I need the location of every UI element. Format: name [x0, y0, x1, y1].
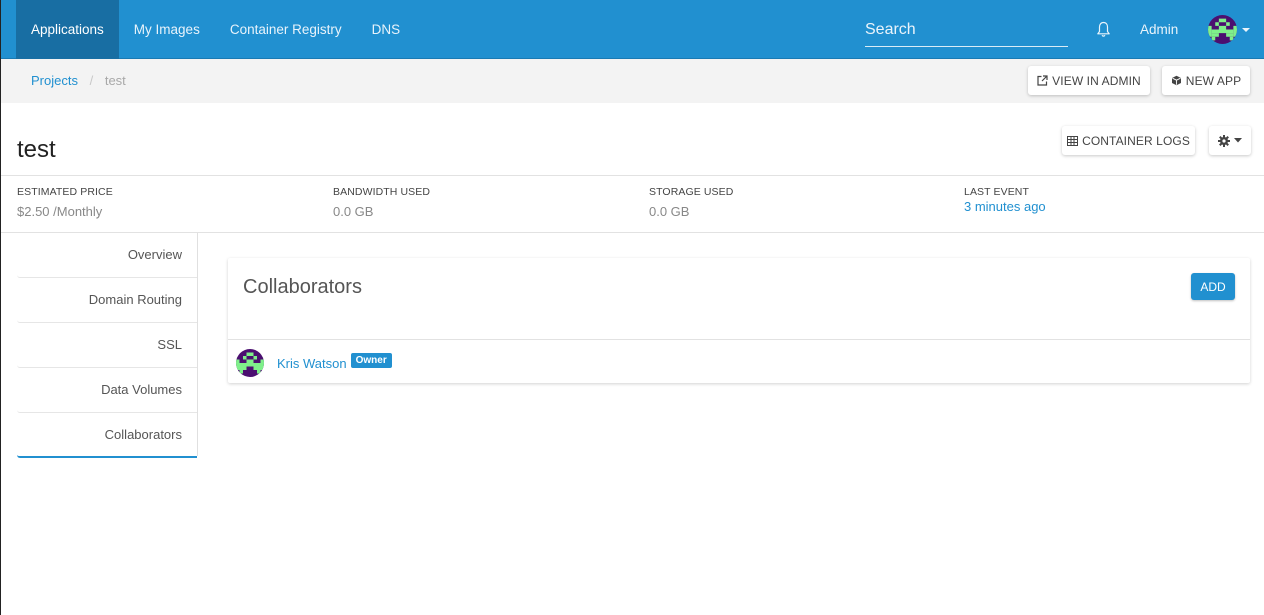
last-event-link[interactable]: 3 minutes ago: [964, 199, 1046, 214]
table-icon: [1067, 135, 1079, 146]
role-badge: Owner: [350, 353, 392, 368]
admin-link[interactable]: Admin: [1140, 0, 1178, 59]
card-title: Collaborators: [243, 276, 362, 298]
stat-label: BANDWIDTH USED: [333, 186, 431, 198]
settings-dropdown-button[interactable]: [1209, 126, 1251, 155]
main-nav: Applications My Images Container Registr…: [16, 0, 415, 59]
nav-my-images[interactable]: My Images: [119, 0, 215, 59]
new-app-button[interactable]: NEW APP: [1162, 66, 1250, 95]
caret-down-icon[interactable]: [1242, 28, 1250, 32]
stat-label: STORAGE USED: [649, 186, 734, 198]
stat-last-event: LAST EVENT 3 minutes ago: [964, 186, 1046, 216]
collaborator-name[interactable]: Kris Watson: [277, 356, 347, 371]
external-link-icon: [1037, 75, 1048, 86]
nav-dns[interactable]: DNS: [357, 0, 416, 59]
project-stats: ESTIMATED PRICE $2.50 /Monthly BANDWIDTH…: [1, 175, 1264, 233]
sidenav-domain-routing[interactable]: Domain Routing: [17, 278, 197, 323]
view-in-admin-button[interactable]: VIEW IN ADMIN: [1028, 66, 1150, 95]
stat-value: 0.0 GB: [333, 204, 374, 219]
nav-container-registry[interactable]: Container Registry: [215, 0, 357, 59]
sidenav-overview[interactable]: Overview: [17, 233, 197, 278]
stat-label: LAST EVENT: [964, 186, 1029, 198]
search-field: [865, 14, 1068, 47]
stat-bandwidth-used: BANDWIDTH USED 0.0 GB: [333, 186, 430, 219]
cube-icon: [1171, 75, 1182, 86]
caret-down-icon: [1234, 138, 1242, 143]
collaborator-avatar: [236, 349, 264, 377]
stat-estimated-price: ESTIMATED PRICE $2.50 /Monthly: [17, 186, 113, 219]
view-in-admin-label: VIEW IN ADMIN: [1052, 73, 1141, 88]
search-input[interactable]: [865, 14, 1068, 46]
breadcrumb-bar: Projects / test VIEW IN ADMIN NEW APP: [1, 59, 1264, 103]
collaborators-card: Collaborators ADD Kris Watson Owner: [228, 258, 1250, 383]
breadcrumb: Projects / test: [31, 59, 126, 102]
divider: [228, 339, 1250, 340]
stat-storage-used: STORAGE USED 0.0 GB: [649, 186, 733, 219]
stat-label: ESTIMATED PRICE: [17, 186, 113, 198]
bell-icon[interactable]: [1096, 21, 1111, 38]
sidenav-data-volumes[interactable]: Data Volumes: [17, 368, 197, 413]
breadcrumb-separator: /: [89, 73, 94, 88]
sidenav-ssl[interactable]: SSL: [17, 323, 197, 368]
breadcrumb-projects[interactable]: Projects: [31, 73, 78, 88]
new-app-label: NEW APP: [1185, 73, 1242, 88]
top-navbar: Applications My Images Container Registr…: [1, 0, 1264, 59]
project-sidenav: Overview Domain Routing SSL Data Volumes…: [17, 233, 198, 458]
stat-value: $2.50 /Monthly: [17, 204, 103, 219]
collaborator-row: Kris Watson Owner: [236, 348, 392, 378]
container-logs-label: CONTAINER LOGS: [1082, 133, 1190, 148]
add-collaborator-button[interactable]: ADD: [1191, 273, 1235, 300]
container-logs-button[interactable]: CONTAINER LOGS: [1062, 126, 1195, 155]
nav-applications[interactable]: Applications: [16, 0, 119, 59]
page-title: test: [17, 136, 56, 163]
user-avatar[interactable]: [1208, 15, 1237, 44]
gear-icon: [1218, 134, 1230, 147]
stat-value: 0.0 GB: [649, 204, 690, 219]
breadcrumb-current: test: [104, 73, 126, 88]
sidenav-collaborators[interactable]: Collaborators: [17, 413, 197, 458]
